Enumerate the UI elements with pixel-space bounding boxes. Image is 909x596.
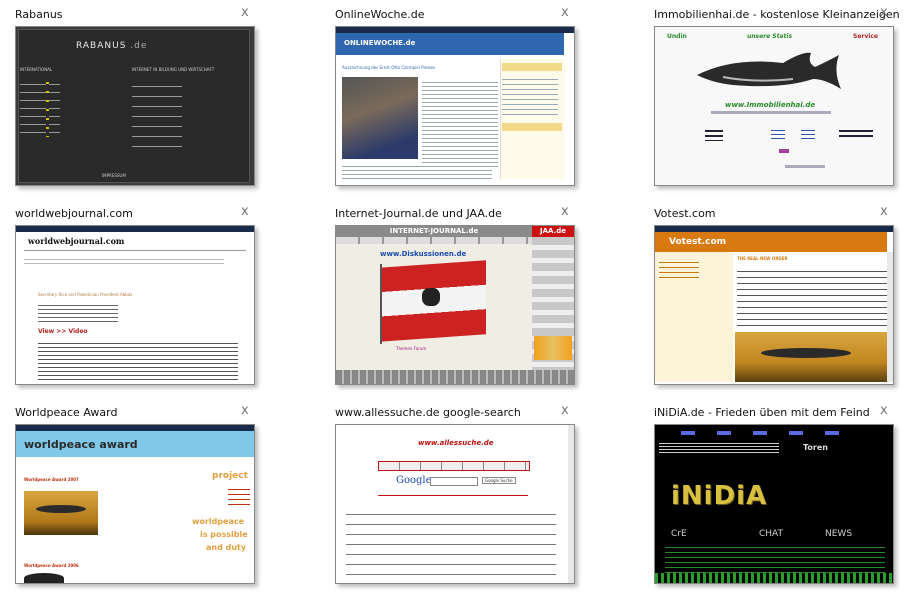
tile-title: OnlineWoche.de [335,8,425,21]
close-icon[interactable]: x [561,403,569,418]
tile-title: Rabanus [15,8,63,21]
plane-photo [24,491,98,535]
thumbnail-votest[interactable]: Votest.com THE REAL NEW ORDER [654,225,894,385]
close-icon[interactable]: x [241,204,249,219]
tile-title: Votest.com [654,207,716,220]
onlinewoche-headline: Auszeichnung des Ernst-Otto Czempiel Pre… [342,65,436,70]
rabanus-col1: INTERNATIONAL [20,67,53,72]
tile-title: Immobilienhai.de - kostenlose Kleinanzei… [654,8,900,21]
thumbnail-internetjournal[interactable]: INTERNET-JOURNAL.de JAA.de www.Diskussio… [335,225,575,385]
tile-title: iNiDiA.de - Frieden üben mit dem Feind [654,406,870,419]
inidia-wordmark: iNiDiA [671,481,768,511]
article-photo [342,77,418,159]
close-icon[interactable]: x [561,204,569,219]
wp-slogan1: worldpeace [192,517,245,526]
onlinewoche-logo: ONLINEWOCHE.de [336,33,564,55]
thumbnail-rabanus[interactable]: RABANUS .de INTERNATIONAL INTERNET IN BI… [15,26,255,186]
wwj-headline: Secretary Rice and Palestinian President… [38,292,133,297]
tile-onlinewoche[interactable]: OnlineWoche.de x ONLINEWOCHE.de Auszeich… [335,5,583,198]
rabanus-logo: RABANUS .de [76,41,148,51]
tile-worldpeace[interactable]: Worldpeace Award x worldpeace award Worl… [15,403,263,596]
ij-links[interactable]: Themen Forum [396,346,426,351]
immo-nav3: Service [853,33,878,40]
inidia-c2: CHAT [759,529,784,539]
tile-title: Internet-Journal.de und JAA.de [335,207,502,220]
wwj-view[interactable]: View >> Video [38,328,88,335]
tile-votest[interactable]: Votest.com x Votest.com THE REAL NEW ORD… [654,204,902,397]
thumbnail-immobilienhai[interactable]: Undin unsere Statis Service www.Immobili… [654,26,894,186]
worldpeace-logo: worldpeace award [16,431,254,457]
close-icon[interactable]: x [880,5,888,20]
thumbnail-worldpeace[interactable]: worldpeace award Worldpeace Award 2007 W… [15,424,255,584]
ij-disk: www.Diskussionen.de [380,250,467,258]
inidia-c1: CrE [671,529,687,539]
search-input[interactable] [430,477,478,486]
close-icon[interactable]: x [241,403,249,418]
tile-title: www.allessuche.de google-search [335,406,521,419]
tile-allessuche[interactable]: www.allessuche.de google-search x www.al… [335,403,583,596]
inidia-toren: Toren [803,443,828,452]
wp-post1: Worldpeace Award 2007 [24,477,79,482]
ij-banner: INTERNET-JOURNAL.de [336,226,532,237]
close-icon[interactable]: x [241,5,249,20]
rabanus-footer: IMPRESSUM [102,173,126,178]
tile-immobilienhai[interactable]: Immobilienhai.de - kostenlose Kleinanzei… [654,5,902,198]
tile-inidia[interactable]: iNiDiA.de - Frieden üben mit dem Feind x… [654,403,902,596]
close-icon[interactable]: x [880,204,888,219]
votest-heading: THE REAL NEW ORDER [737,256,788,261]
thumbnail-onlinewoche[interactable]: ONLINEWOCHE.de Auszeichnung des Ernst-Ot… [335,26,575,186]
wp-project: project [212,471,248,481]
wp-post2: Worldpeace Award 2006 [24,563,79,568]
wp-slogan2: is possible [200,530,248,539]
thumbnail-worldwebjournal[interactable]: worldwebjournal.com Secretary Rice and P… [15,225,255,385]
thumbnail-inidia[interactable]: Toren iNiDiA CrE CHAT NEWS [654,424,894,584]
close-icon[interactable]: x [561,5,569,20]
search-button[interactable]: Google Suche [482,477,516,484]
google-logo: Google [396,475,432,486]
immo-nav1: Undin [667,33,687,40]
inidia-c3: NEWS [825,529,853,539]
ij-jaa: JAA.de [532,226,574,237]
rabanus-col2: INTERNET IN BILDUNG UND WIRTSCHAFT [132,67,215,72]
shark-image [697,52,841,89]
allessuche-logo: www.allessuche.de [418,439,494,447]
tile-title: Worldpeace Award [15,406,118,419]
thumbnail-allessuche[interactable]: www.allessuche.de Google Google Suche [335,424,575,584]
tile-worldwebjournal[interactable]: worldwebjournal.com x worldwebjournal.co… [15,204,263,397]
tile-title: worldwebjournal.com [15,207,133,220]
tile-rabanus[interactable]: Rabanus x RABANUS .de INTERNATIONAL INTE… [15,5,263,198]
votest-logo: Votest.com [655,232,887,252]
immo-nav2: unsere Statis [747,33,793,40]
wwj-logo: worldwebjournal.com [28,236,125,246]
tile-internetjournal[interactable]: Internet-Journal.de und JAA.de x INTERNE… [335,204,583,397]
wp-slogan3: and duty [206,543,247,552]
close-icon[interactable]: x [880,403,888,418]
immo-site: www.Immobilienhai.de [725,101,816,109]
